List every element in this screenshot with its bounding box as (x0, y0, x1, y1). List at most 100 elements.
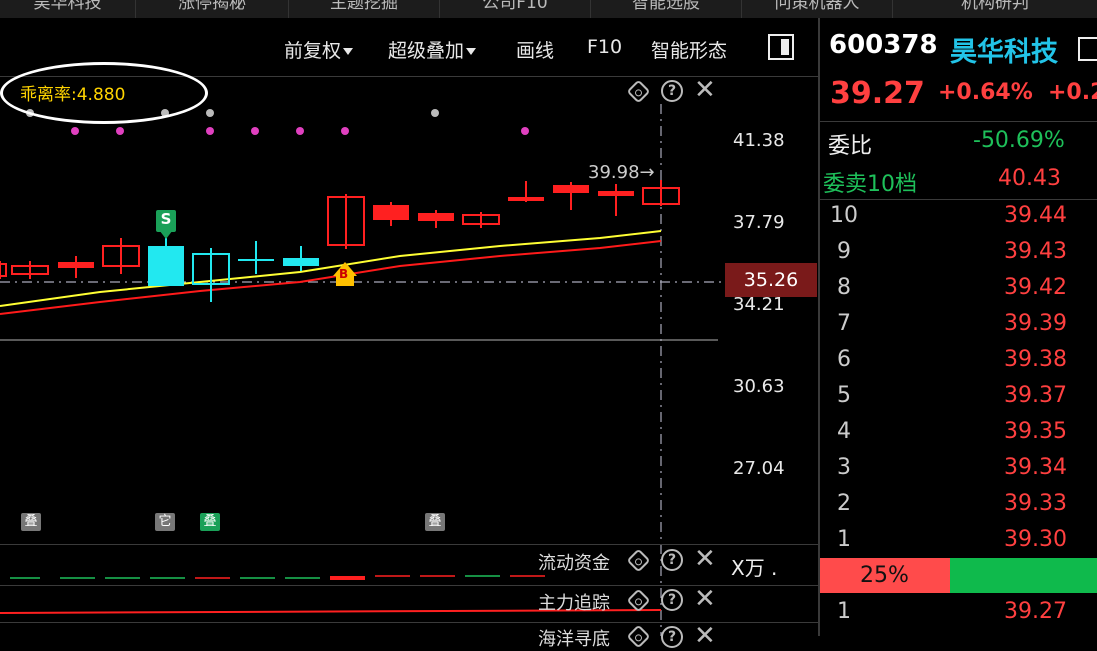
star-marker-icon (71, 127, 79, 135)
ask-level-price[interactable]: 39.37 (1004, 383, 1067, 408)
star-marker-icon (521, 127, 529, 135)
sub-panel-title: 主力追踪 (538, 593, 610, 614)
tab-institution[interactable]: 机构研判 (893, 0, 1097, 18)
sub-panel-title: 海洋寻底 (538, 629, 610, 650)
candle (58, 262, 94, 268)
star-marker-icon (296, 127, 304, 135)
star-marker-icon (206, 127, 214, 135)
stock-code: 600378 (829, 30, 938, 60)
ask-depth-value: 40.43 (998, 166, 1061, 191)
ask-level-price[interactable]: 39.43 (1004, 239, 1067, 264)
sidebar-toggle-icon[interactable] (768, 34, 794, 60)
indicator-value: 4.880 (76, 85, 126, 105)
tab-theme[interactable]: 主题挖掘 (289, 0, 440, 18)
candle (148, 246, 184, 286)
tab-bar: 昊华科技 涨停揭秘 主题挖掘 公司F10 智能选股 问策机器人 机构研判 (0, 0, 1097, 18)
candle (283, 258, 319, 266)
candle (508, 197, 544, 201)
star-marker-icon (341, 127, 349, 135)
candle (418, 213, 454, 221)
change-amount: +0.2 (1048, 80, 1097, 105)
ask-level-price[interactable]: 39.42 (1004, 275, 1067, 300)
flow-unit: X万 . (731, 556, 778, 580)
close-icon[interactable]: ✕ (694, 586, 716, 612)
ask-level-number: 3 (837, 455, 851, 480)
last-price: 39.27 (830, 76, 925, 111)
pattern-button[interactable]: 智能形态 (651, 36, 727, 63)
help-icon[interactable]: ? (661, 80, 683, 102)
ask-level-number: 1 (837, 527, 851, 552)
quote-divider (820, 121, 1097, 122)
overlay-dropdown[interactable]: 超级叠加 (388, 36, 477, 63)
draw-button[interactable]: 画线 (516, 36, 554, 63)
candle (553, 185, 589, 193)
bid-level-price[interactable]: 39.27 (1004, 599, 1067, 624)
event-marker[interactable]: 叠 (425, 513, 445, 531)
y-tick: 37.79 (733, 212, 785, 233)
close-icon[interactable]: ✕ (694, 623, 716, 649)
watchlist-icon[interactable] (1078, 37, 1097, 61)
star-marker-icon (206, 109, 214, 117)
webi-value: -50.69% (973, 128, 1065, 153)
ma-slow-line (0, 240, 662, 315)
sell-marker[interactable]: S (156, 210, 176, 232)
fuquan-dropdown[interactable]: 前复权 (284, 36, 354, 63)
ask-level-number: 7 (837, 311, 851, 336)
event-marker[interactable]: 叠 (21, 513, 41, 531)
caret-down-icon (343, 48, 354, 55)
ask-level-price[interactable]: 39.35 (1004, 419, 1067, 444)
y-tick: 34.21 (733, 294, 785, 315)
tab-smart-select[interactable]: 智能选股 (591, 0, 742, 18)
tab-f10[interactable]: 公司F10 (440, 0, 591, 18)
ask-level-price[interactable]: 39.30 (1004, 527, 1067, 552)
ask-level-price[interactable]: 39.33 (1004, 491, 1067, 516)
close-icon[interactable]: ✕ (694, 77, 716, 103)
quote-divider (820, 199, 1097, 200)
event-marker[interactable]: 叠 (200, 513, 220, 531)
y-tick: 30.63 (733, 376, 785, 397)
f10-button[interactable]: F10 (587, 36, 622, 58)
candle (373, 205, 409, 220)
ask-depth-label[interactable]: 委卖10档 (823, 166, 917, 198)
tab-robot[interactable]: 问策机器人 (742, 0, 893, 18)
current-price-tag: 35.26 (725, 263, 817, 297)
ask-level-number: 8 (837, 275, 851, 300)
tab-stock[interactable]: 昊华科技 (0, 0, 136, 18)
change-percent: +0.64% (938, 80, 1033, 105)
ask-level-price[interactable]: 39.34 (1004, 455, 1067, 480)
ask-level-price[interactable]: 39.38 (1004, 347, 1067, 372)
indicator-name: 乖离率: (20, 85, 77, 105)
ask-level-price[interactable]: 39.39 (1004, 311, 1067, 336)
buy-marker[interactable]: B (339, 267, 348, 281)
ask-level-number: 5 (837, 383, 851, 408)
ask-level-number: 9 (837, 239, 851, 264)
indicator-label: 乖离率:4.880 (20, 80, 125, 105)
star-marker-icon (251, 127, 259, 135)
ask-level-number: 6 (837, 347, 851, 372)
star-markers (71, 127, 529, 135)
help-icon[interactable]: ? (661, 589, 683, 611)
event-marker[interactable]: 它 (155, 513, 175, 531)
webi-label: 委比 (828, 134, 873, 159)
help-icon[interactable]: ? (661, 626, 683, 648)
last-price-label: 39.98→ (588, 162, 655, 183)
ask-level-number: 2 (837, 491, 851, 516)
help-icon[interactable]: ? (661, 549, 683, 571)
bid-level-number: 1 (837, 599, 851, 624)
ask-level-price[interactable]: 39.44 (1004, 203, 1067, 228)
star-marker-icon (116, 127, 124, 135)
fuquan-label: 前复权 (284, 40, 342, 62)
close-icon[interactable]: ✕ (694, 546, 716, 572)
y-tick: 27.04 (733, 458, 785, 479)
buy-ratio-percent: 25% (860, 563, 909, 588)
ask-level-number: 4 (837, 419, 851, 444)
y-tick: 41.38 (733, 130, 785, 151)
tab-limit-up[interactable]: 涨停揭秘 (136, 0, 289, 18)
ma-fast-line (0, 230, 662, 307)
overlay-label: 超级叠加 (388, 40, 465, 62)
candle (598, 191, 634, 196)
sub-panel-title: 流动资金 (538, 553, 610, 574)
flow-bars (10, 575, 545, 580)
ask-level-number: 10 (830, 203, 858, 228)
stock-name[interactable]: 昊华科技 (950, 30, 1058, 69)
